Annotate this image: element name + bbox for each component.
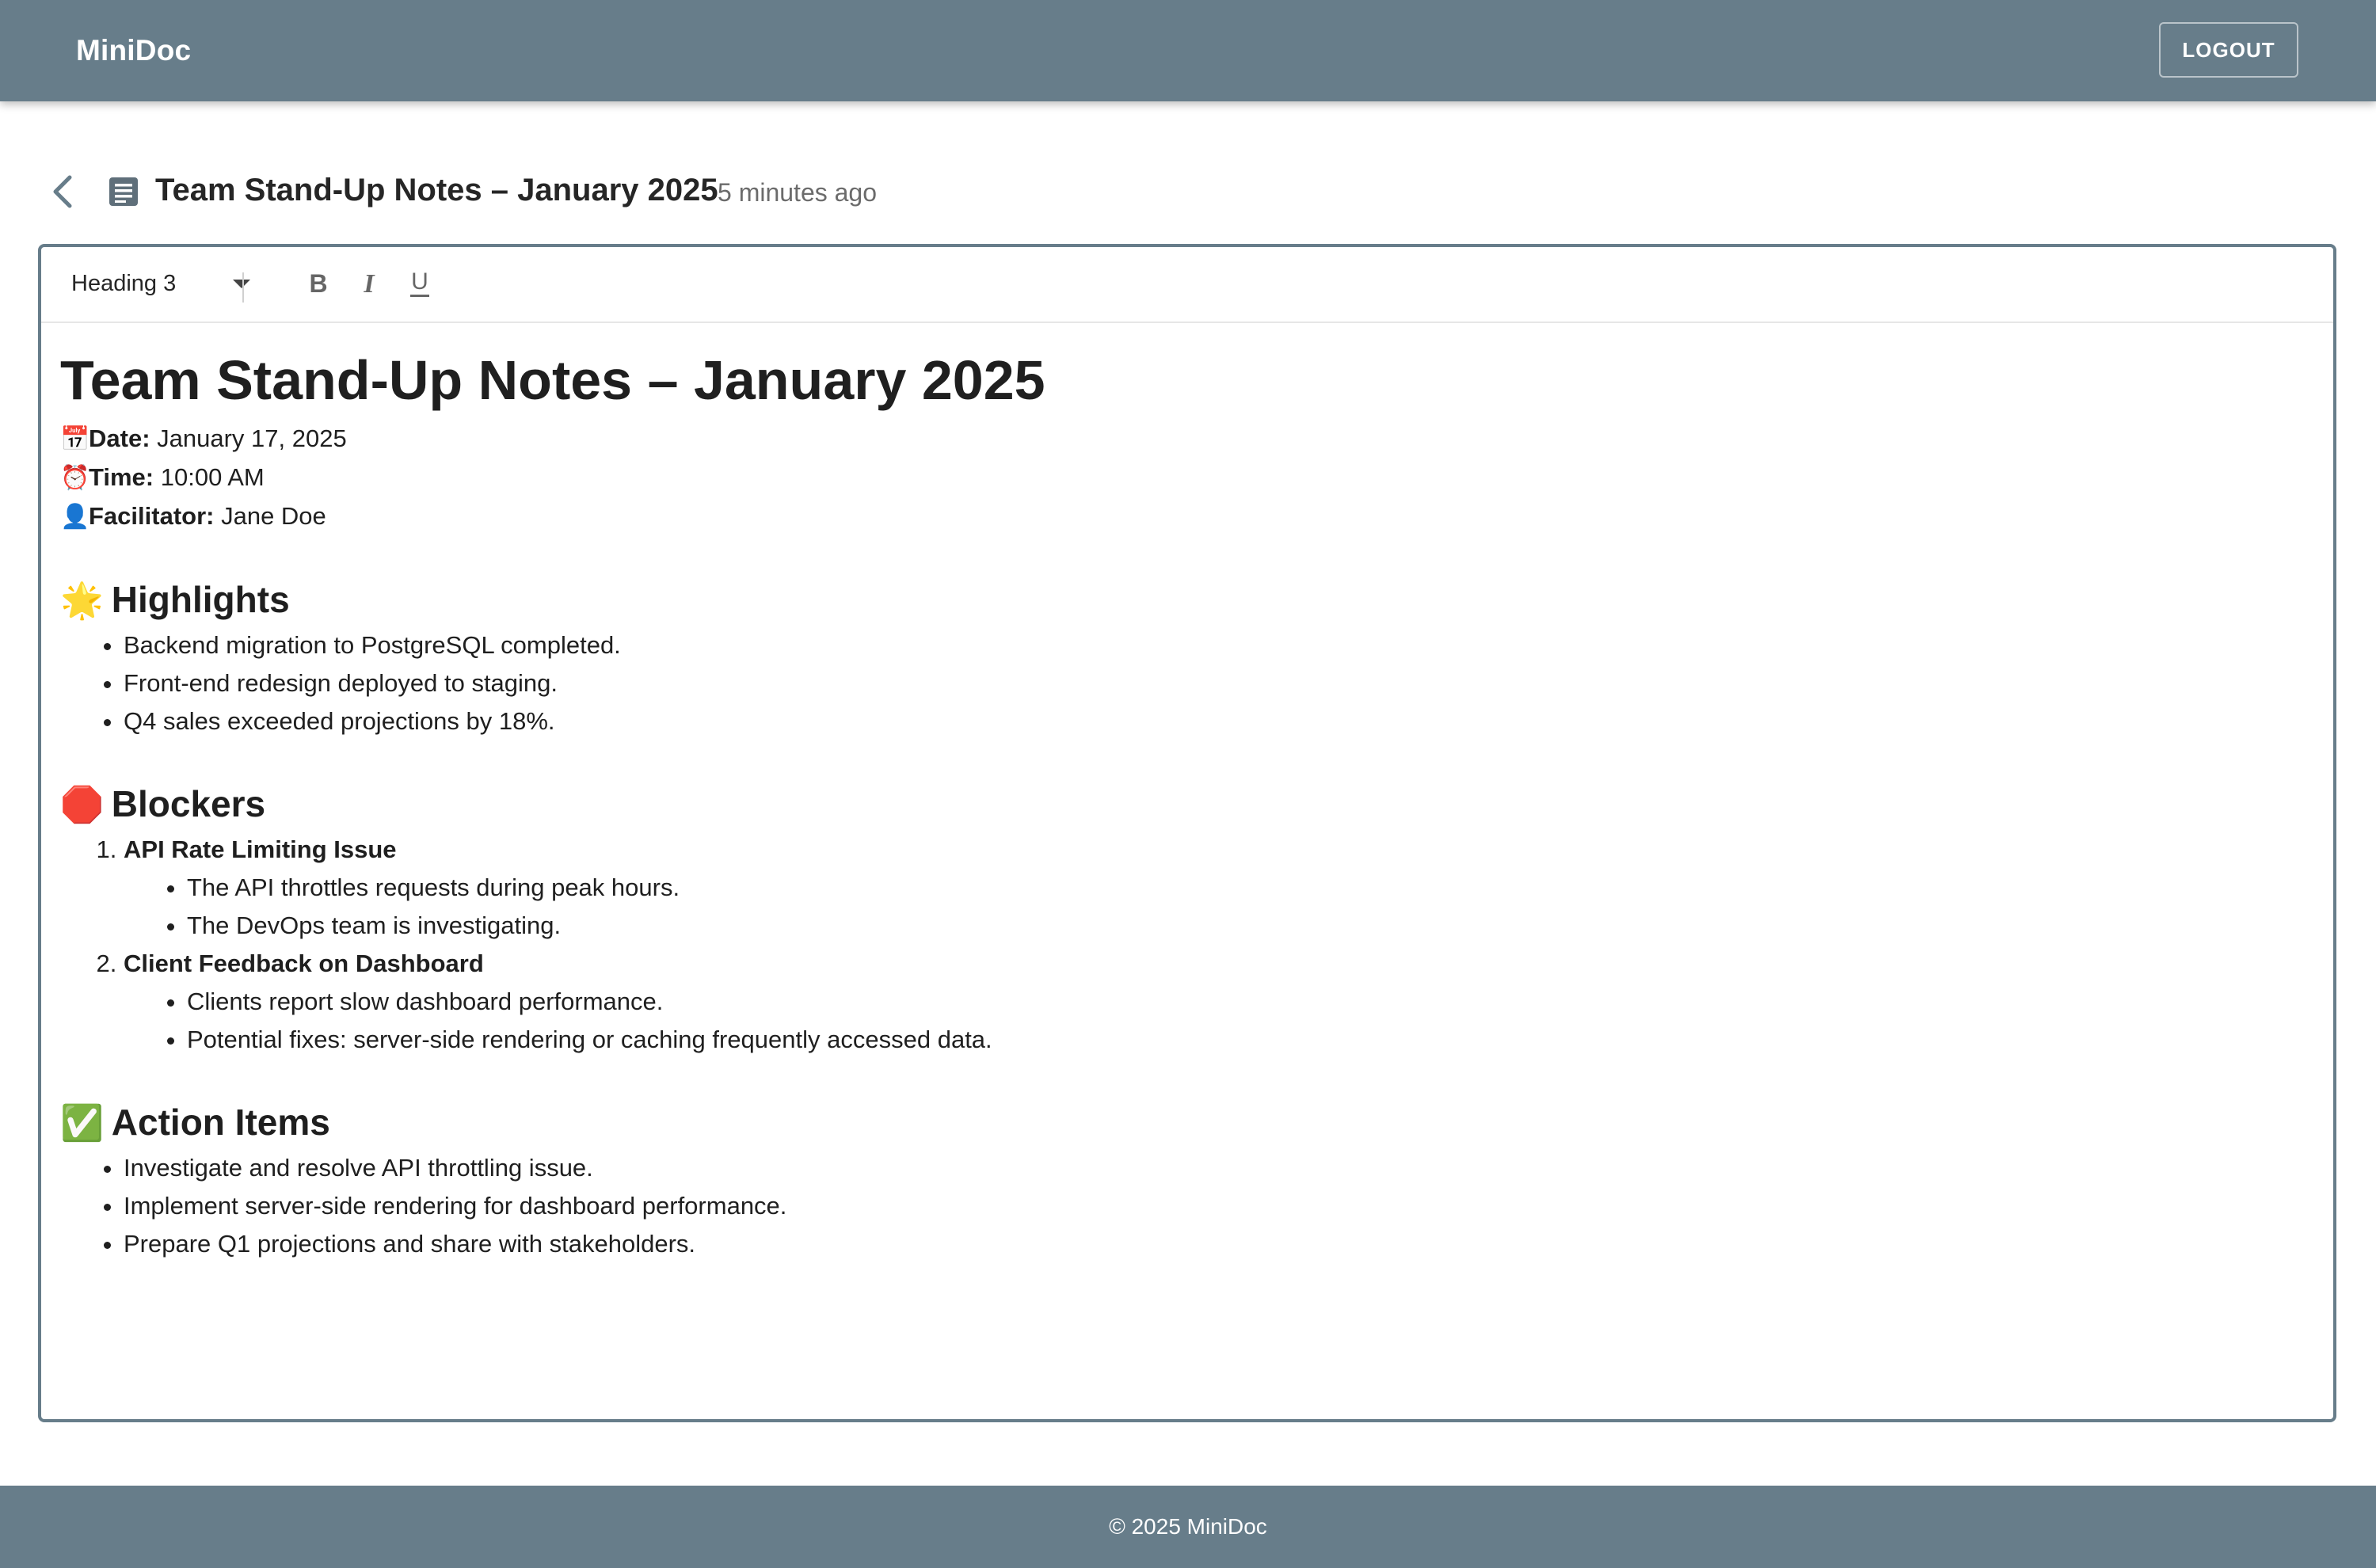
- list-item: API Rate Limiting Issue The API throttle…: [124, 831, 2309, 945]
- document-content[interactable]: Team Stand-Up Notes – January 2025 📅Date…: [60, 347, 2309, 1263]
- alarm-clock-icon: ⏰: [60, 465, 90, 491]
- svg-text:I: I: [363, 269, 375, 299]
- section-title: Highlights: [111, 579, 290, 620]
- meta-value: January 17, 2025: [150, 424, 347, 452]
- footer: © 2025 MiniDoc: [0, 1486, 2376, 1568]
- meta-value: Jane Doe: [214, 502, 326, 530]
- document-icon: [109, 177, 138, 206]
- highlights-heading: 🌟 Highlights: [60, 574, 2309, 626]
- blocker-title: Client Feedback on Dashboard: [124, 950, 484, 977]
- meta-date: 📅Date: January 17, 2025: [60, 420, 2309, 459]
- list-item: Investigate and resolve API throttling i…: [124, 1149, 2309, 1187]
- meta-label: Time:: [89, 463, 154, 491]
- sub-list: The API throttles requests during peak h…: [124, 869, 2309, 945]
- meta-value: 10:00 AM: [154, 463, 265, 491]
- bold-icon[interactable]: B: [298, 263, 339, 304]
- toolbar-divider: [242, 272, 244, 303]
- calendar-icon: 📅: [60, 426, 90, 452]
- list-item: Prepare Q1 projections and share with st…: [124, 1225, 2309, 1263]
- blockers-heading: 🛑 Blockers: [60, 778, 2309, 831]
- list-item: The DevOps team is investigating.: [187, 907, 2309, 945]
- app-bar: MiniDoc LOGOUT: [0, 0, 2376, 101]
- action-items-heading: ✅ Action Items: [60, 1097, 2309, 1149]
- list-item: Q4 sales exceeded projections by 18%.: [124, 702, 2309, 740]
- document-title[interactable]: Team Stand-Up Notes – January 2025: [155, 173, 718, 208]
- list-item: Client Feedback on Dashboard Clients rep…: [124, 945, 2309, 1059]
- underline-icon[interactable]: U: [399, 263, 440, 304]
- section-title: Blockers: [111, 783, 266, 824]
- list-item: Implement server-side rendering for dash…: [124, 1187, 2309, 1225]
- block-type-value: Heading 3: [71, 271, 177, 296]
- blockers-list: API Rate Limiting Issue The API throttle…: [60, 831, 2309, 1059]
- back-arrow-icon[interactable]: [46, 171, 84, 212]
- editor-toolbar: Heading 3 B I U: [41, 247, 2333, 323]
- italic-icon[interactable]: I: [348, 263, 390, 304]
- meta-time: ⏰Time: 10:00 AM: [60, 459, 2309, 497]
- chevron-down-icon: [233, 280, 250, 288]
- check-mark-icon: ✅: [60, 1104, 104, 1143]
- action-items-list: Investigate and resolve API throttling i…: [60, 1149, 2309, 1263]
- stop-sign-icon: 🛑: [60, 786, 104, 824]
- svg-text:U: U: [411, 268, 428, 295]
- section-title: Action Items: [111, 1102, 330, 1143]
- blocker-title: API Rate Limiting Issue: [124, 835, 397, 863]
- svg-text:B: B: [309, 269, 327, 298]
- list-item: Potential fixes: server-side rendering o…: [187, 1021, 2309, 1059]
- editor[interactable]: Heading 3 B I U Team Stand-Up Notes – Ja…: [38, 244, 2336, 1422]
- meta-label: Facilitator:: [89, 502, 215, 530]
- meta-label: Date:: [89, 424, 150, 452]
- brand-logo[interactable]: MiniDoc: [76, 0, 191, 101]
- logout-button[interactable]: LOGOUT: [2159, 22, 2298, 78]
- copyright-text: © 2025 MiniDoc: [1109, 1514, 1267, 1539]
- meta-facilitator: 👤Facilitator: Jane Doe: [60, 497, 2309, 536]
- sub-list: Clients report slow dashboard performanc…: [124, 983, 2309, 1059]
- list-item: Backend migration to PostgreSQL complete…: [124, 626, 2309, 664]
- star-icon: 🌟: [60, 581, 104, 620]
- block-type-select[interactable]: Heading 3: [71, 266, 250, 301]
- document-header: Team Stand-Up Notes – January 2025 5 min…: [0, 158, 2376, 225]
- document-heading: Team Stand-Up Notes – January 2025: [60, 349, 1045, 411]
- highlights-list: Backend migration to PostgreSQL complete…: [60, 626, 2309, 740]
- list-item: The API throttles requests during peak h…: [187, 869, 2309, 907]
- list-item: Clients report slow dashboard performanc…: [187, 983, 2309, 1021]
- person-icon: 👤: [60, 504, 90, 530]
- list-item: Front-end redesign deployed to staging.: [124, 664, 2309, 702]
- last-updated-text: 5 minutes ago: [718, 178, 878, 207]
